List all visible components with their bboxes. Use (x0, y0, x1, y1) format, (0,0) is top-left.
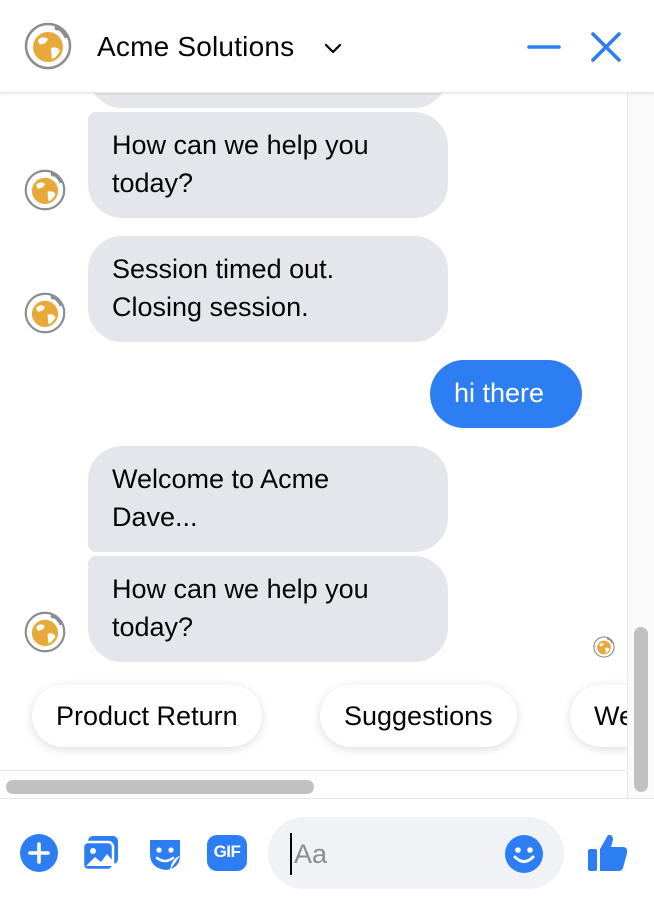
message-bubble-partial (88, 92, 448, 108)
message-list: How can we help you today? Session timed… (0, 92, 654, 798)
message-input[interactable] (290, 833, 496, 875)
vertical-scroll-thumb[interactable] (634, 627, 648, 792)
seen-indicator-icon (593, 636, 615, 658)
message-composer: GIF (0, 798, 654, 905)
message-bubble: How can we help you today? (88, 112, 448, 218)
bot-avatar-icon (24, 292, 66, 334)
close-icon[interactable] (587, 28, 625, 66)
quick-reply-suggestions[interactable]: Suggestions (320, 685, 517, 747)
globe-logo-icon (24, 22, 72, 70)
sticker-icon[interactable] (144, 832, 186, 874)
vertical-scrollbar[interactable] (627, 92, 654, 798)
horizontal-scrollbar[interactable] (0, 770, 626, 798)
user-message-bubble: hi there (430, 360, 582, 428)
minimize-icon[interactable] (525, 30, 563, 64)
plus-icon[interactable] (18, 832, 60, 874)
gif-label: GIF (213, 842, 241, 861)
chevron-down-icon[interactable] (322, 37, 344, 59)
horizontal-scroll-thumb[interactable] (6, 780, 314, 794)
message-input-container (268, 817, 564, 889)
message-bubble: How can we help you today? (88, 556, 448, 662)
message-bubble: Session timed out. Closing session. (88, 236, 448, 342)
quick-reply-product-return[interactable]: Product Return (32, 685, 262, 747)
chat-header: Acme Solutions (0, 0, 654, 93)
emoji-icon[interactable] (504, 834, 544, 874)
photo-icon[interactable] (80, 832, 122, 874)
gif-icon[interactable]: GIF (206, 833, 248, 873)
message-bubble: Welcome to Acme Dave... (88, 446, 448, 552)
thumbs-up-icon[interactable] (586, 831, 630, 875)
bot-avatar-icon (24, 169, 66, 211)
page-title[interactable]: Acme Solutions (97, 30, 294, 64)
bot-avatar-icon (24, 611, 66, 653)
